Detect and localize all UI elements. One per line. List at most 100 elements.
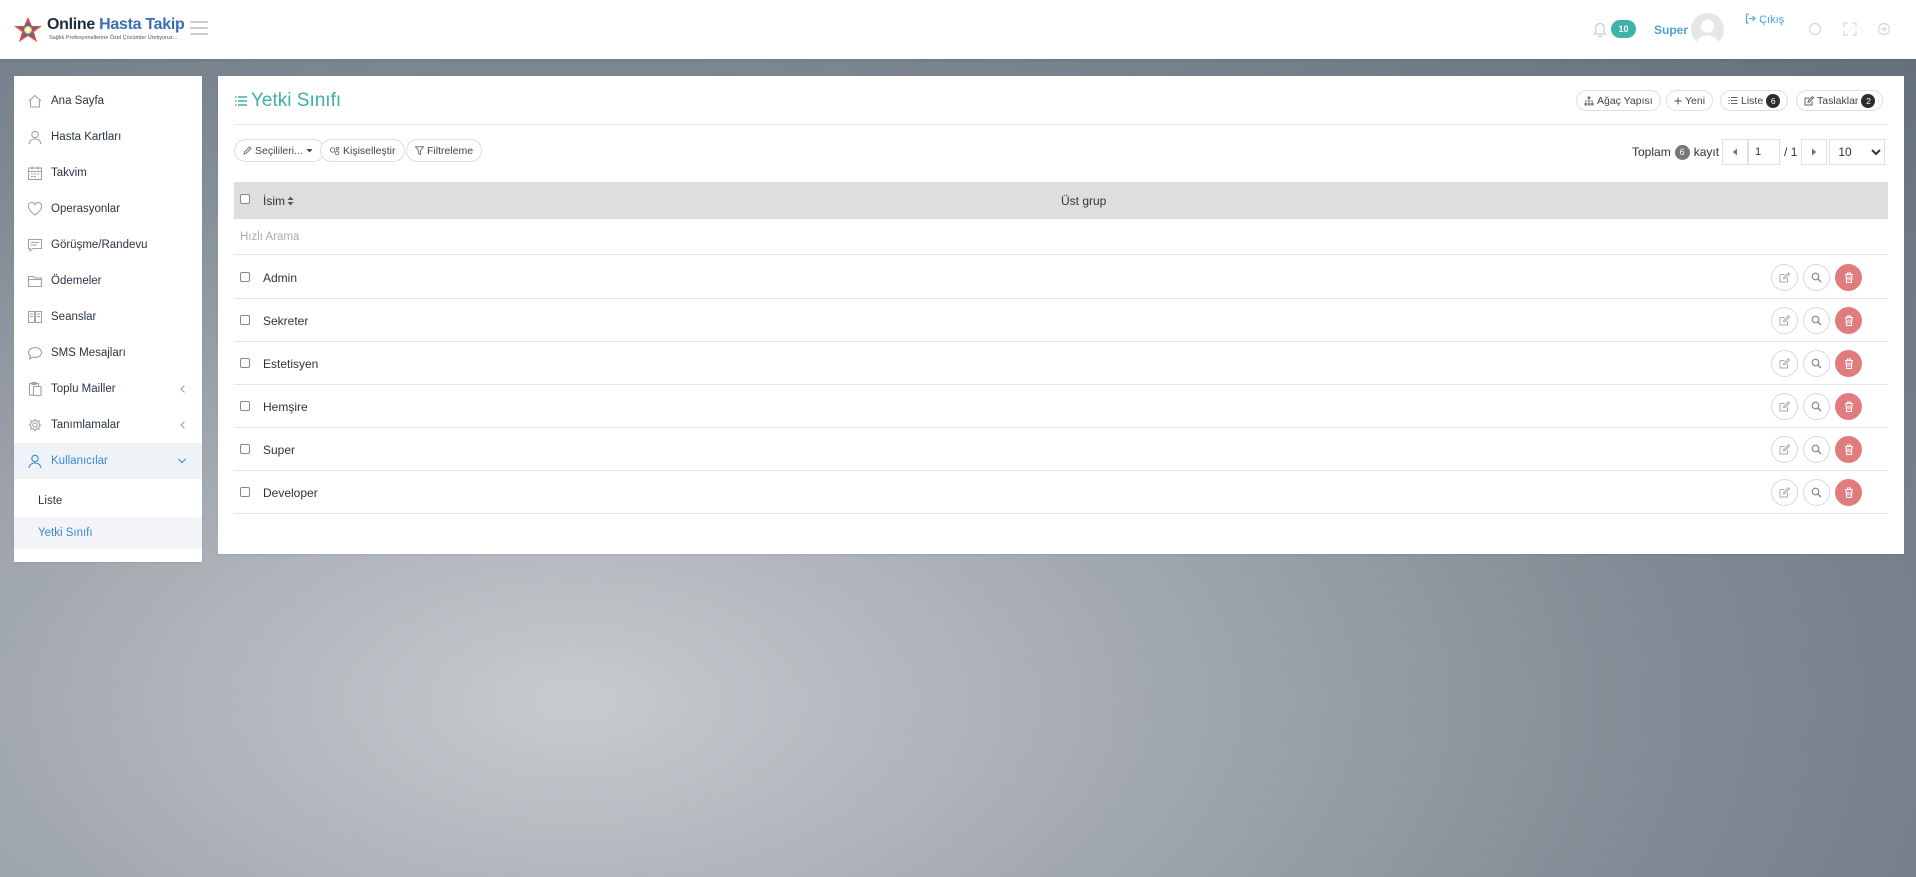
sidebar-item-sms-mesajlari[interactable]: SMS Mesajları bbox=[14, 335, 202, 371]
view-button[interactable] bbox=[1803, 307, 1830, 334]
sidebar-item-odemeler[interactable]: Ödemeler bbox=[14, 263, 202, 299]
view-button[interactable] bbox=[1803, 350, 1830, 377]
delete-button[interactable] bbox=[1835, 436, 1862, 463]
cogs-icon bbox=[329, 146, 340, 155]
sidebar-item-takvim[interactable]: Takvim bbox=[14, 155, 202, 191]
list-button[interactable]: Liste 6 bbox=[1720, 90, 1789, 111]
trash-icon bbox=[1844, 487, 1853, 498]
sidebar-item-kullanicilar[interactable]: Kullanıcılar bbox=[14, 443, 202, 479]
search-icon bbox=[1811, 272, 1822, 283]
paste-icon bbox=[28, 382, 42, 397]
notification-badge[interactable]: 10 bbox=[1611, 20, 1636, 38]
fullscreen-icon[interactable] bbox=[1843, 22, 1857, 36]
column-header-name[interactable]: İsim bbox=[263, 194, 294, 208]
page-total-label: / 1 bbox=[1784, 145, 1798, 159]
delete-button[interactable] bbox=[1835, 479, 1862, 506]
trash-icon bbox=[1844, 272, 1853, 283]
sidebar-item-hasta-kartlari[interactable]: Hasta Kartları bbox=[14, 119, 202, 155]
app-logo[interactable]: Online Hasta Takip Sağlık Profesyoneller… bbox=[13, 14, 185, 46]
row-name: Estetisyen bbox=[263, 357, 319, 371]
pencil-icon bbox=[243, 146, 252, 155]
row-checkbox[interactable] bbox=[240, 487, 250, 497]
view-button[interactable] bbox=[1803, 479, 1830, 506]
edit-icon bbox=[1779, 358, 1790, 369]
sidebar: Ana Sayfa Hasta Kartları Takvim Operasyo… bbox=[14, 76, 202, 562]
plus-icon bbox=[1674, 97, 1682, 104]
view-button[interactable] bbox=[1803, 264, 1830, 291]
page-title: Yetki Sınıfı bbox=[234, 90, 341, 112]
edit-icon bbox=[1779, 401, 1790, 412]
pagination: Toplam 6 kayıt / 1 10 25 50 100 bbox=[1632, 139, 1886, 165]
edit-button[interactable] bbox=[1771, 436, 1798, 463]
caret-left-icon bbox=[1732, 148, 1738, 156]
list-icon bbox=[235, 96, 247, 106]
logout-link[interactable]: Çıkış bbox=[1745, 13, 1784, 26]
view-button[interactable] bbox=[1803, 393, 1830, 420]
delete-button[interactable] bbox=[1835, 264, 1862, 291]
speech-bubble-icon bbox=[27, 346, 43, 361]
sidebar-item-seanslar[interactable]: Seanslar bbox=[14, 299, 202, 335]
new-button[interactable]: Yeni bbox=[1666, 90, 1714, 111]
heart-icon bbox=[27, 201, 43, 216]
chat-icon bbox=[27, 238, 43, 253]
customize-button[interactable]: Kişiselleştir bbox=[320, 139, 405, 162]
row-checkbox[interactable] bbox=[240, 272, 250, 282]
page-size-select[interactable]: 10 25 50 100 bbox=[1829, 139, 1886, 165]
total-label: Toplam bbox=[1632, 145, 1671, 159]
filter-button[interactable]: Filtreleme bbox=[406, 139, 483, 162]
user-name[interactable]: Super bbox=[1654, 23, 1688, 37]
trash-icon bbox=[1844, 401, 1853, 412]
bulk-actions-dropdown[interactable]: Seçilileri... bbox=[234, 139, 325, 162]
edit-icon bbox=[1779, 444, 1790, 455]
edit-button[interactable] bbox=[1771, 350, 1798, 377]
prev-page-button[interactable] bbox=[1722, 139, 1749, 165]
edit-button[interactable] bbox=[1771, 393, 1798, 420]
user-icon bbox=[28, 130, 42, 145]
table-row: Hemşire bbox=[234, 385, 1888, 428]
row-checkbox[interactable] bbox=[240, 401, 250, 411]
avatar[interactable] bbox=[1691, 13, 1724, 46]
exit-circle-icon[interactable] bbox=[1877, 22, 1891, 36]
edit-icon bbox=[1804, 95, 1814, 105]
select-all-checkbox[interactable] bbox=[240, 194, 250, 204]
bell-icon[interactable] bbox=[1593, 22, 1607, 38]
table-row: Sekreter bbox=[234, 299, 1888, 342]
delete-button[interactable] bbox=[1835, 393, 1862, 420]
sidebar-subitem-yetki-sinifi[interactable]: Yetki Sınıfı bbox=[14, 517, 202, 549]
next-page-button[interactable] bbox=[1801, 139, 1828, 165]
edit-button[interactable] bbox=[1771, 479, 1798, 506]
edit-button[interactable] bbox=[1771, 307, 1798, 334]
view-button[interactable] bbox=[1803, 436, 1830, 463]
row-name: Sekreter bbox=[263, 314, 309, 328]
page-number-input[interactable] bbox=[1748, 139, 1781, 165]
list-icon bbox=[1728, 96, 1738, 105]
chevron-down-icon bbox=[178, 458, 186, 464]
drafts-button[interactable]: Taslaklar 2 bbox=[1796, 90, 1884, 111]
edit-icon bbox=[1779, 315, 1790, 326]
chevron-left-icon bbox=[180, 421, 185, 429]
row-checkbox[interactable] bbox=[240, 444, 250, 454]
main-panel: Yetki Sınıfı Ağaç Yapısı Yeni Liste 6 Ta… bbox=[218, 76, 1904, 554]
avatar-icon bbox=[1695, 19, 1720, 46]
row-checkbox[interactable] bbox=[240, 315, 250, 325]
sidebar-item-ana-sayfa[interactable]: Ana Sayfa bbox=[14, 83, 202, 119]
sidebar-item-tanimlamalar[interactable]: Tanımlamalar bbox=[14, 407, 202, 443]
chat-icon[interactable] bbox=[1808, 22, 1822, 36]
row-checkbox[interactable] bbox=[240, 358, 250, 368]
sidebar-subitem-liste[interactable]: Liste bbox=[14, 485, 202, 517]
row-name: Admin bbox=[263, 271, 298, 285]
quick-search-input[interactable] bbox=[240, 227, 840, 247]
menu-toggle-icon[interactable] bbox=[190, 21, 208, 37]
edit-button[interactable] bbox=[1771, 264, 1798, 291]
column-header-parent-group[interactable]: Üst grup bbox=[1061, 194, 1106, 208]
delete-button[interactable] bbox=[1835, 307, 1862, 334]
logo-mark-icon bbox=[14, 17, 42, 42]
sidebar-item-toplu-mailler[interactable]: Toplu Mailler bbox=[14, 371, 202, 407]
book-icon bbox=[27, 310, 43, 324]
gear-icon bbox=[28, 418, 42, 432]
caret-down-icon bbox=[306, 149, 313, 153]
sidebar-item-gorusme-randevu[interactable]: Görüşme/Randevu bbox=[14, 227, 202, 263]
sidebar-item-operasyonlar[interactable]: Operasyonlar bbox=[14, 191, 202, 227]
tree-view-button[interactable]: Ağaç Yapısı bbox=[1576, 90, 1661, 111]
delete-button[interactable] bbox=[1835, 350, 1862, 377]
